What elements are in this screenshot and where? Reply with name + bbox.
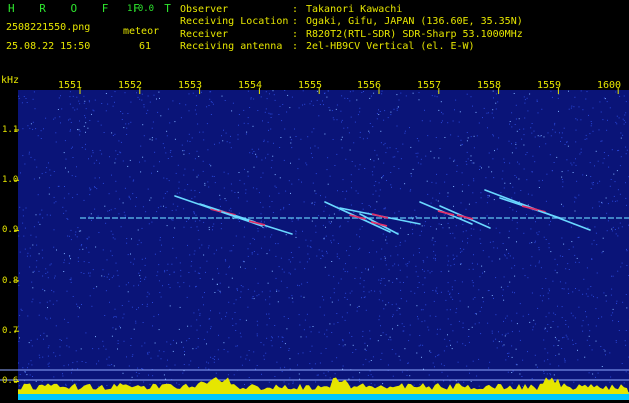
station-info: Observer:Takanori Kawachi Receiving Loca… <box>180 4 523 53</box>
y-tick-label: 0.9 <box>2 225 18 235</box>
y-tick-label: 0.6 <box>2 376 18 386</box>
spectrogram-canvas <box>0 74 629 400</box>
x-tick-label: 1552 <box>118 80 142 91</box>
x-tick-label: 1555 <box>298 80 322 91</box>
file-name: 2508221550.png <box>6 22 90 33</box>
spectrogram-plot: kHz 1551 1552 1553 1554 1555 1556 1557 1… <box>0 74 629 400</box>
station-value: R820T2(RTL-SDR) SDR-Sharp 53.1000MHz <box>306 29 523 40</box>
station-key: Receiving Location <box>180 16 292 28</box>
station-key: Observer <box>180 4 292 16</box>
y-tick-label: 0.7 <box>2 326 18 336</box>
separator: : <box>292 4 306 16</box>
meteor-label: meteor <box>123 26 159 37</box>
station-key: Receiver <box>180 29 292 41</box>
x-tick-label: 1600 <box>597 80 621 91</box>
station-row: Receiving antenna:2el-HB9CV Vertical (el… <box>180 41 523 53</box>
station-row: Receiver:R820T2(RTL-SDR) SDR-Sharp 53.10… <box>180 29 523 41</box>
station-key: Receiving antenna <box>180 41 292 53</box>
x-tick-label: 1551 <box>58 80 82 91</box>
spectrogram-background <box>18 90 629 400</box>
x-tick-label: 1559 <box>537 80 561 91</box>
app-version: 1.0.0 <box>127 4 154 14</box>
y-axis-unit: kHz <box>1 75 19 86</box>
meteor-count: 61 <box>139 41 151 52</box>
x-tick-label: 1554 <box>238 80 262 91</box>
y-tick-label: 1.0 <box>2 175 18 185</box>
x-tick-label: 1553 <box>178 80 202 91</box>
separator: : <box>292 41 306 53</box>
station-row: Receiving Location:Ogaki, Gifu, JAPAN (1… <box>180 16 523 28</box>
header-panel: H R O F F T 1.0.0 2508221550.png 25.08.2… <box>0 0 629 74</box>
timestamp: 25.08.22 15:50 <box>6 41 90 52</box>
station-value: Ogaki, Gifu, JAPAN (136.60E, 35.35N) <box>306 16 523 27</box>
x-tick-label: 1556 <box>357 80 381 91</box>
y-tick-label: 1.1 <box>2 125 18 135</box>
x-tick-label: 1558 <box>477 80 501 91</box>
station-value: 2el-HB9CV Vertical (el. E-W) <box>306 41 475 52</box>
separator: : <box>292 16 306 28</box>
station-value: Takanori Kawachi <box>306 4 402 15</box>
x-tick-label: 1557 <box>417 80 441 91</box>
y-tick-label: 0.8 <box>2 276 18 286</box>
separator: : <box>292 29 306 41</box>
station-row: Observer:Takanori Kawachi <box>180 4 523 16</box>
